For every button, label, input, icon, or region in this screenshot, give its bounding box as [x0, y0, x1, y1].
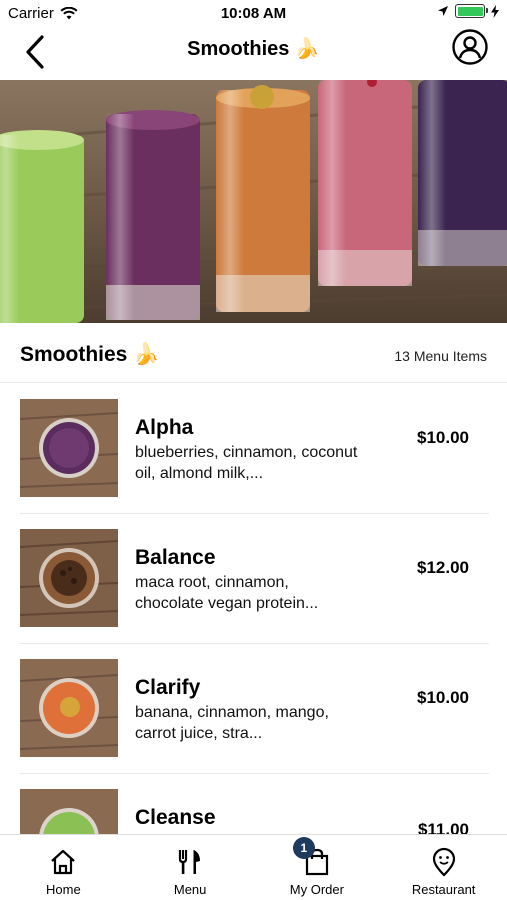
item-name: Cleanse: [135, 806, 216, 829]
hero-image: [0, 80, 507, 323]
menu-list[interactable]: Alpha blueberries, cinnamon, coconut oil…: [0, 384, 507, 834]
tab-menu[interactable]: Menu: [127, 835, 254, 900]
tab-my-order[interactable]: 1 My Order: [254, 835, 381, 900]
battery-icon: [455, 4, 488, 18]
tab-home[interactable]: Home: [0, 835, 127, 900]
tab-bar: Home Menu 1 My Order Restaurant: [0, 834, 507, 900]
tab-label: Restaurant: [411, 882, 476, 897]
location-arrow-icon: [438, 6, 448, 16]
menu-item-cleanse[interactable]: Cleanse $11.00: [20, 774, 489, 834]
home-icon: [51, 849, 76, 875]
item-price: $10.00: [417, 428, 469, 447]
location-pin-icon: [432, 847, 455, 877]
menu-item-alpha[interactable]: Alpha blueberries, cinnamon, coconut oil…: [20, 384, 489, 514]
item-thumbnail: [20, 399, 118, 497]
status-time: 10:08 AM: [220, 5, 287, 22]
menu-item-balance[interactable]: Balance maca root, cinnamon, chocolate v…: [20, 514, 489, 644]
tab-label: My Order: [289, 882, 344, 897]
tab-restaurant[interactable]: Restaurant: [380, 835, 507, 900]
item-price: $12.00: [417, 558, 469, 577]
section-title: Smoothies 🍌: [20, 343, 160, 366]
item-name: Balance: [135, 546, 216, 569]
charging-bolt-icon: [491, 4, 499, 18]
item-description: blueberries, cinnamon, coconut oil, almo…: [135, 444, 358, 482]
status-bar: Carrier 10:08 AM: [0, 0, 507, 28]
page-title: Smoothies 🍌: [187, 38, 320, 60]
item-price: $11.00: [417, 820, 469, 834]
fork-knife-icon: [179, 850, 201, 874]
item-description: banana, cinnamon, mango, carrot juice, s…: [135, 704, 329, 742]
status-right: [437, 4, 499, 18]
item-thumbnail: [20, 789, 118, 834]
cart-count-badge: 1: [292, 837, 315, 859]
tab-label: Home: [46, 882, 81, 897]
section-header: Smoothies 🍌 13 Menu Items: [0, 323, 507, 383]
item-thumbnail: [20, 529, 118, 627]
item-description: maca root, cinnamon, chocolate vegan pro…: [135, 574, 319, 612]
item-price: $10.00: [417, 688, 469, 707]
user-circle-icon[interactable]: [451, 28, 489, 66]
item-name: Alpha: [135, 416, 194, 439]
nav-bar: Smoothies 🍌: [0, 28, 507, 80]
menu-item-count: 13 Menu Items: [394, 348, 487, 364]
menu-item-clarify[interactable]: Clarify banana, cinnamon, mango, carrot …: [20, 644, 489, 774]
tab-label: Menu: [173, 882, 207, 897]
item-name: Clarify: [135, 676, 201, 699]
item-thumbnail: [20, 659, 118, 757]
